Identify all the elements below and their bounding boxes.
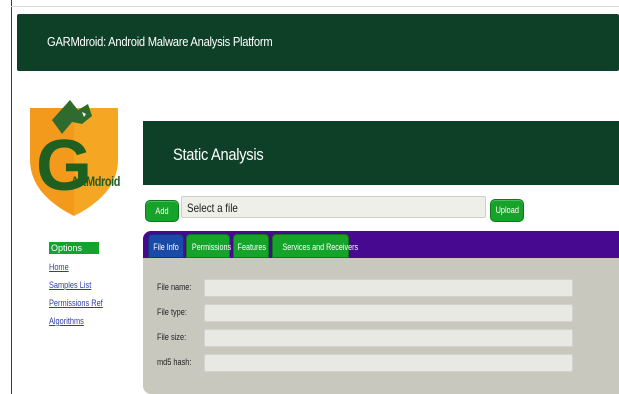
file-type-label: File type: xyxy=(157,307,187,317)
sidebar-item-samples-list[interactable]: Samples List xyxy=(49,279,92,291)
garmdroid-logo: G xyxy=(30,100,118,216)
page-title: Static Analysis xyxy=(173,145,264,164)
md5-hash-field[interactable] xyxy=(204,354,573,372)
analysis-tabs-panel: File Info Permissions Features Services … xyxy=(143,231,619,394)
md5-hash-label: md5 hash: xyxy=(157,357,192,367)
add-file-button[interactable]: Add File xyxy=(145,200,179,236)
upload-button[interactable]: Upload xyxy=(490,199,524,222)
logo-wordmark: ARMdroid xyxy=(71,173,121,189)
app-header: GARMdroid: Android Malware Analysis Plat… xyxy=(17,14,619,71)
sidebar-item-algorithms[interactable]: Algorithms xyxy=(49,315,92,327)
app-title: GARMdroid: Android Malware Analysis Plat… xyxy=(47,34,273,49)
md5-hash-row: md5 hash: xyxy=(143,354,619,372)
file-size-field[interactable] xyxy=(204,329,573,347)
sidebar-item-home[interactable]: Home xyxy=(49,261,92,273)
page-left-border xyxy=(11,0,12,394)
sidebar-item-permissions-ref[interactable]: Permissions Ref xyxy=(49,297,103,309)
tab-bar: File Info Permissions Features Services … xyxy=(143,231,619,258)
file-type-field[interactable] xyxy=(204,304,573,322)
sidebar: Options Home Samples List Permissions Re… xyxy=(49,242,103,327)
file-select-input[interactable]: Select a file xyxy=(181,196,486,218)
file-type-row: File type: xyxy=(143,304,619,322)
static-analysis-header: Static Analysis xyxy=(143,121,619,185)
logo-letter: G xyxy=(36,126,92,206)
file-select-text: Select a file xyxy=(187,201,238,215)
tab-file-info[interactable]: File Info xyxy=(148,234,184,258)
sidebar-heading: Options xyxy=(49,242,99,254)
tab-file-info-label: File Info xyxy=(153,242,179,252)
file-name-row: File name: xyxy=(143,279,619,297)
tab-features[interactable]: Features xyxy=(233,234,269,258)
tab-permissions[interactable]: Permissions xyxy=(186,234,232,258)
file-name-label: File name: xyxy=(157,282,192,292)
page-top-border xyxy=(11,6,619,7)
tab-services-and-receivers[interactable]: Services and Receivers xyxy=(272,234,358,258)
tab-services-label: Services and Receivers xyxy=(282,242,359,252)
file-size-row: File size: xyxy=(143,329,619,347)
tab-features-label: Features xyxy=(237,242,266,252)
upload-label: Upload xyxy=(495,205,519,215)
file-name-field[interactable] xyxy=(204,279,573,297)
tab-permissions-label: Permissions xyxy=(191,242,232,252)
file-size-label: File size: xyxy=(157,332,187,342)
